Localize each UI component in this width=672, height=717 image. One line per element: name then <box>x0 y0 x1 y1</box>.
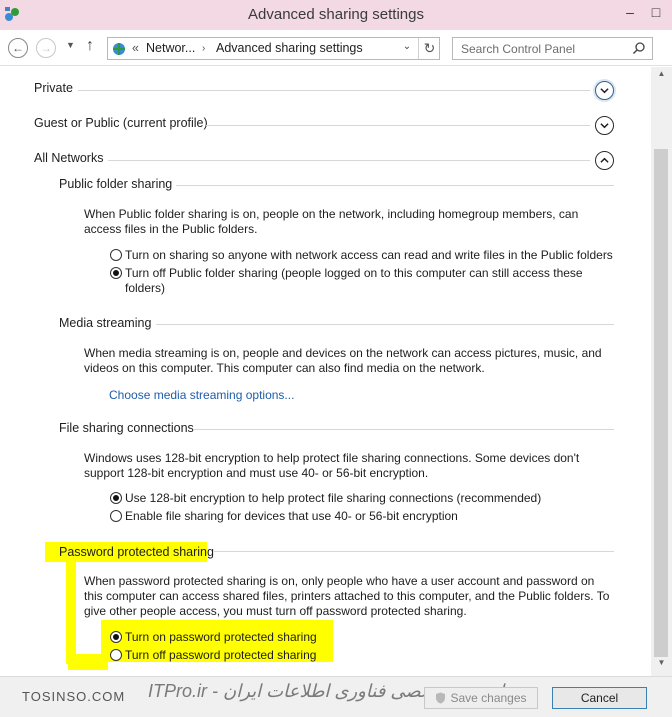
divider <box>156 324 614 325</box>
divider <box>176 185 614 186</box>
section-title-password-sharing: Password protected sharing <box>59 545 214 559</box>
search-box[interactable] <box>452 37 653 60</box>
back-button[interactable]: ← <box>8 38 28 58</box>
chevron-up-icon <box>600 157 609 163</box>
media-streaming-description: When media streaming is on, people and d… <box>84 346 602 375</box>
up-button[interactable]: ↑ <box>86 37 94 55</box>
radio-password-sharing-on[interactable]: Turn on password protected sharing <box>110 630 330 645</box>
section-title-file-sharing: File sharing connections <box>59 421 194 435</box>
divider <box>108 160 590 161</box>
recent-locations-dropdown[interactable]: ▼ <box>66 40 75 50</box>
breadcrumb-advanced-sharing[interactable]: Advanced sharing settings <box>216 41 363 55</box>
scroll-up-icon[interactable]: ▲ <box>651 69 672 85</box>
navigation-bar: ← → ▼ ↑ « Networ... › Advanced sharing s… <box>0 30 672 66</box>
radio-button[interactable] <box>110 249 122 261</box>
vertical-scrollbar[interactable]: ▲ ▼ <box>651 67 672 676</box>
radio-40-56bit-encryption[interactable]: Enable file sharing for devices that use… <box>110 509 620 524</box>
forward-arrow-icon: → <box>40 41 52 55</box>
maximize-button[interactable]: □ <box>646 4 666 24</box>
collapse-all-networks-button[interactable] <box>595 151 614 170</box>
chevron-down-icon <box>600 88 609 94</box>
file-sharing-description: Windows uses 128-bit encryption to help … <box>84 451 580 480</box>
radio-label: Turn on password protected sharing <box>125 630 317 644</box>
divider <box>194 429 614 430</box>
profile-private-label[interactable]: Private <box>34 81 73 95</box>
radio-label: Use 128-bit encryption to help protect f… <box>125 491 542 505</box>
watermark-tosinso: TOSINSO.COM <box>22 689 126 704</box>
expand-guest-public-button[interactable] <box>595 116 614 135</box>
uac-shield-icon <box>436 692 446 704</box>
radio-label: Turn off Public folder sharing (people l… <box>125 266 583 295</box>
refresh-icon[interactable]: ↻ <box>418 38 440 59</box>
radio-button-selected[interactable] <box>110 631 122 643</box>
section-title-media-streaming: Media streaming <box>59 316 152 330</box>
expand-private-button[interactable] <box>595 81 614 100</box>
highlight-mark <box>66 552 76 664</box>
search-input[interactable] <box>453 38 628 59</box>
media-streaming-options-link[interactable]: Choose media streaming options... <box>109 388 294 402</box>
forward-button[interactable]: → <box>36 38 56 58</box>
radio-label: Turn off password protected sharing <box>125 648 317 662</box>
footer-bar: TOSINSO.COM ITPro.ir - انجمن تخصصی فناور… <box>0 676 672 717</box>
password-sharing-description: When password protected sharing is on, o… <box>84 574 610 618</box>
section-title-public-folder: Public folder sharing <box>59 177 173 191</box>
profile-guest-public-label[interactable]: Guest or Public (current profile) <box>34 116 208 130</box>
radio-button-selected[interactable] <box>110 492 122 504</box>
title-bar: Advanced sharing settings – □ <box>0 0 672 30</box>
back-arrow-icon: ← <box>12 41 24 55</box>
radio-label: Turn on sharing so anyone with network a… <box>125 248 613 262</box>
window-title: Advanced sharing settings <box>248 6 424 23</box>
breadcrumb-network[interactable]: Networ... <box>146 41 195 55</box>
address-dropdown-icon[interactable]: ⌄ <box>398 41 416 52</box>
breadcrumb-overflow[interactable]: « <box>132 41 139 55</box>
search-icon[interactable] <box>632 41 646 55</box>
scrollbar-thumb[interactable] <box>654 149 668 657</box>
divider <box>206 125 590 126</box>
breadcrumb-separator-icon[interactable]: › <box>202 43 205 54</box>
radio-128bit-encryption[interactable]: Use 128-bit encryption to help protect f… <box>110 491 620 506</box>
public-folder-description: When Public folder sharing is on, people… <box>84 207 579 236</box>
divider <box>214 551 614 552</box>
cancel-button[interactable]: Cancel <box>552 687 647 709</box>
settings-content: Private Guest or Public (current profile… <box>0 67 651 676</box>
network-icon <box>113 43 125 55</box>
radio-button[interactable] <box>110 649 122 661</box>
radio-password-sharing-off[interactable]: Turn off password protected sharing <box>110 648 330 663</box>
chevron-down-icon <box>600 123 609 129</box>
address-bar[interactable]: « Networ... › Advanced sharing settings … <box>107 37 440 60</box>
save-changes-button[interactable]: Save changes <box>424 687 538 709</box>
scroll-down-icon[interactable]: ▼ <box>651 658 672 674</box>
radio-public-folder-off[interactable]: Turn off Public folder sharing (people l… <box>110 266 620 296</box>
radio-public-folder-on[interactable]: Turn on sharing so anyone with network a… <box>110 248 620 263</box>
radio-label: Enable file sharing for devices that use… <box>125 509 458 523</box>
radio-button[interactable] <box>110 510 122 522</box>
radio-button-selected[interactable] <box>110 267 122 279</box>
profile-all-networks-label[interactable]: All Networks <box>34 151 103 165</box>
divider <box>78 90 590 91</box>
minimize-button[interactable]: – <box>620 4 640 24</box>
save-changes-label: Save changes <box>450 691 527 705</box>
